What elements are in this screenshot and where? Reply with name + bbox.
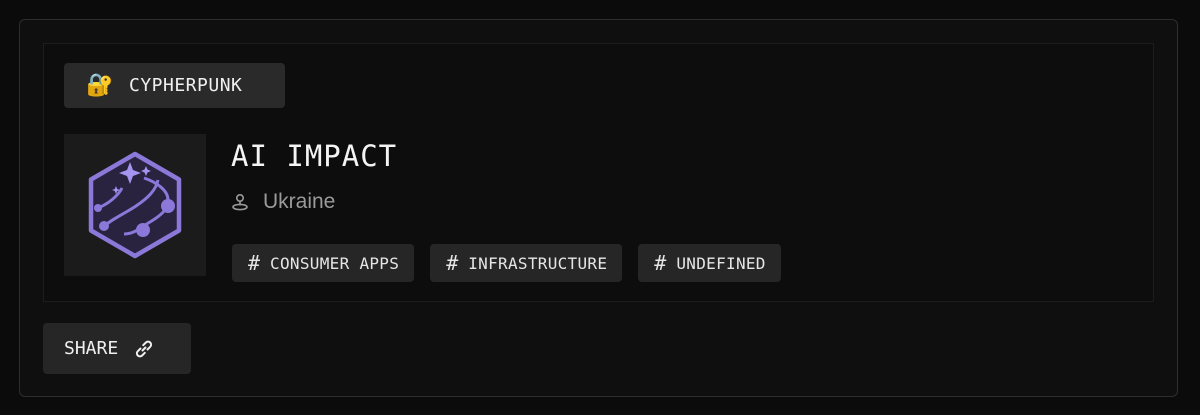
tag-label: UNDEFINED	[676, 253, 766, 273]
track-badge[interactable]: 🔐 CYPHERPUNK	[64, 63, 285, 108]
location-text: Ukraine	[263, 190, 336, 213]
project-logo	[64, 134, 206, 276]
tag-infrastructure[interactable]: # INFRASTRUCTURE	[430, 244, 623, 282]
hash-icon: #	[446, 251, 459, 275]
hash-icon: #	[654, 251, 667, 275]
tag-label: CONSUMER APPS	[270, 253, 400, 273]
tag-undefined[interactable]: # UNDEFINED	[638, 244, 781, 282]
hexagon-path-sparkle-logo-icon	[88, 151, 182, 259]
project-location: Ukraine	[231, 189, 335, 215]
map-pin-icon	[232, 193, 248, 211]
link-icon	[136, 340, 153, 357]
tag-list: # CONSUMER APPS # INFRASTRUCTURE # UNDEF…	[232, 244, 781, 282]
tag-label: INFRASTRUCTURE	[468, 253, 608, 273]
lock-key-icon: 🔐	[86, 72, 114, 98]
hash-icon: #	[248, 251, 261, 275]
project-title: AI IMPACT	[231, 139, 398, 173]
share-label: SHARE	[64, 338, 119, 359]
tag-consumer-apps[interactable]: # CONSUMER APPS	[232, 244, 415, 282]
track-label: CYPHERPUNK	[129, 75, 243, 96]
share-button[interactable]: SHARE	[43, 323, 191, 374]
